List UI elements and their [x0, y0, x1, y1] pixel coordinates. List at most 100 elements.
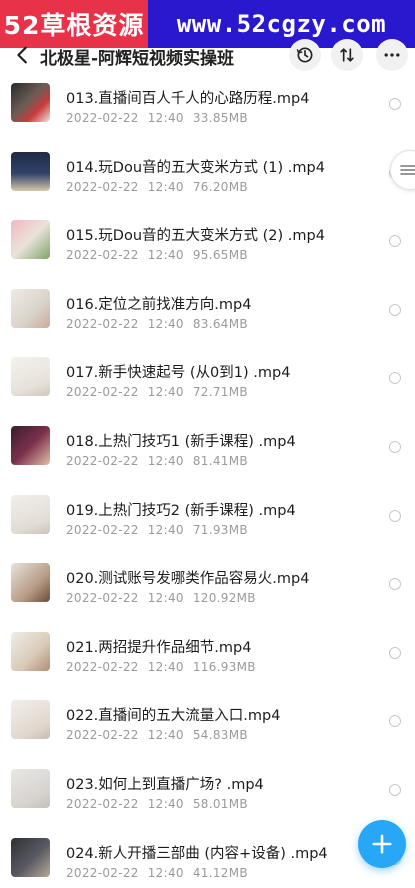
file-size: 95.65MB — [192, 248, 248, 263]
file-date: 2022-02-22 — [66, 865, 139, 880]
video-thumbnail — [11, 83, 50, 122]
select-radio[interactable] — [389, 646, 401, 659]
video-thumbnail — [11, 425, 50, 465]
file-name: 023.如何上到直播广场? .mp4 — [66, 776, 264, 793]
select-radio[interactable] — [389, 578, 401, 591]
file-meta: 2022-02-22 12:40 41.12MB — [66, 866, 257, 880]
file-list: 013.直播间百人千人的心路历程.mp4 2022-02-22 12:40 33.85… — [0, 61, 415, 884]
file-time: 12:40 — [147, 522, 184, 537]
file-name: 019.上热门技巧2 (新手课程) .mp4 — [66, 502, 296, 519]
video-thumbnail — [11, 700, 50, 740]
file-meta: 2022-02-22 12:40 71.93MB — [66, 523, 257, 537]
file-meta: 2022-02-22 12:40 95.65MB — [66, 248, 257, 262]
select-radio[interactable] — [389, 235, 401, 248]
history-button[interactable] — [289, 39, 321, 71]
file-meta: 2022-02-22 12:40 83.64MB — [66, 317, 257, 331]
file-row[interactable]: 020.测试账号发哪类作品容易火.mp4 2022-02-22 12:40 120.9… — [0, 541, 415, 610]
file-date: 2022-02-22 — [66, 796, 139, 811]
file-date: 2022-02-22 — [66, 385, 139, 400]
select-radio[interactable] — [389, 715, 401, 728]
file-time: 12:40 — [147, 316, 184, 331]
file-date: 2022-02-22 — [66, 248, 139, 263]
file-meta: 2022-02-22 12:40 54.83MB — [66, 728, 257, 742]
file-row[interactable]: 015.玩Dou音的五大变米方式 (2) .mp4 2022-02-22 12:40… — [0, 198, 415, 267]
file-name: 018.上热门技巧1 (新手课程) .mp4 — [66, 433, 296, 450]
video-thumbnail — [11, 288, 50, 328]
file-row[interactable]: 018.上热门技巧1 (新手课程) .mp4 2022-02-22 12:40 81.… — [0, 404, 415, 473]
video-thumbnail — [11, 357, 50, 397]
file-time: 12:40 — [147, 865, 184, 880]
file-size: 58.01MB — [192, 796, 248, 811]
file-size: 116.93MB — [192, 659, 256, 674]
file-meta: 2022-02-22 12:40 120.92MB — [66, 591, 265, 605]
video-thumbnail — [11, 768, 50, 808]
file-row[interactable]: 022.直播间的五大流量入口.mp4 2022-02-22 12:40 54.83MB — [0, 678, 415, 747]
file-date: 2022-02-22 — [66, 591, 139, 606]
file-meta: 2022-02-22 12:40 76.20MB — [66, 180, 257, 194]
back-arrow-icon[interactable] — [12, 44, 34, 66]
file-row[interactable]: 024.新人开播三部曲 (内容+设备) .mp4 2022-02-22 12:40 4… — [0, 816, 415, 885]
file-row[interactable]: 023.如何上到直播广场? .mp4 2022-02-22 12:40 58.01MB — [0, 747, 415, 816]
video-thumbnail — [11, 631, 50, 671]
select-radio[interactable] — [389, 98, 401, 110]
file-time: 12:40 — [147, 111, 184, 125]
file-meta: 2022-02-22 12:40 33.85MB — [66, 111, 257, 125]
file-date: 2022-02-22 — [66, 659, 139, 674]
file-date: 2022-02-22 — [66, 728, 139, 743]
more-button[interactable] — [376, 39, 408, 71]
file-name: 020.测试账号发哪类作品容易火.mp4 — [66, 571, 310, 588]
file-date: 2022-02-22 — [66, 111, 139, 125]
video-thumbnail — [11, 220, 50, 260]
file-meta: 2022-02-22 12:40 58.01MB — [66, 797, 257, 811]
file-meta: 2022-02-22 12:40 116.93MB — [66, 660, 265, 674]
file-time: 12:40 — [147, 453, 184, 468]
sort-button[interactable] — [331, 39, 363, 71]
page-title: 北极星-阿辉短视频实操班 — [40, 49, 235, 69]
file-time: 12:40 — [147, 248, 184, 263]
file-name: 021.两招提升作品细节.mp4 — [66, 639, 252, 656]
select-radio[interactable] — [389, 372, 401, 385]
video-thumbnail — [11, 151, 50, 191]
video-thumbnail — [11, 494, 50, 534]
menu-handle-icon — [400, 165, 415, 175]
file-size: 120.92MB — [192, 591, 256, 606]
plus-icon — [372, 834, 392, 854]
select-radio[interactable] — [389, 509, 401, 522]
video-thumbnail — [11, 837, 50, 877]
file-size: 76.20MB — [192, 179, 248, 194]
file-size: 72.71MB — [192, 385, 248, 400]
sort-icon — [340, 48, 354, 62]
header-bar: 北极星-阿辉短视频实操班 — [0, 36, 415, 76]
file-time: 12:40 — [147, 796, 184, 811]
file-size: 41.12MB — [192, 865, 248, 880]
select-radio[interactable] — [389, 440, 401, 453]
file-date: 2022-02-22 — [66, 522, 139, 537]
file-meta: 2022-02-22 12:40 81.41MB — [66, 454, 257, 468]
file-time: 12:40 — [147, 179, 184, 194]
file-time: 12:40 — [147, 591, 184, 606]
file-row[interactable]: 017.新手快速起号 (从0到1) .mp4 2022-02-22 12:40 72.… — [0, 335, 415, 404]
file-name: 014.玩Dou音的五大变米方式 (1) .mp4 — [66, 159, 325, 176]
file-time: 12:40 — [147, 385, 184, 400]
select-radio[interactable] — [389, 783, 401, 796]
file-time: 12:40 — [147, 728, 184, 743]
file-name: 024.新人开播三部曲 (内容+设备) .mp4 — [66, 845, 328, 862]
file-size: 81.41MB — [192, 453, 248, 468]
add-button[interactable] — [358, 820, 406, 868]
file-name: 013.直播间百人千人的心路历程.mp4 — [66, 91, 310, 107]
history-icon — [296, 47, 313, 63]
file-row[interactable]: 016.定位之前找准方向.mp4 2022-02-22 12:40 83.64MB — [0, 267, 415, 336]
file-row[interactable]: 019.上热门技巧2 (新手课程) .mp4 2022-02-22 12:40 71.… — [0, 473, 415, 542]
file-size: 33.85MB — [192, 111, 248, 125]
file-size: 83.64MB — [192, 316, 248, 331]
file-row[interactable]: 014.玩Dou音的五大变米方式 (1) .mp4 2022-02-22 12:40… — [0, 130, 415, 199]
file-name: 017.新手快速起号 (从0到1) .mp4 — [66, 365, 291, 382]
file-size: 54.83MB — [192, 728, 248, 743]
file-name: 016.定位之前找准方向.mp4 — [66, 296, 252, 313]
select-radio[interactable] — [389, 303, 401, 316]
file-name: 015.玩Dou音的五大变米方式 (2) .mp4 — [66, 228, 325, 245]
file-row[interactable]: 021.两招提升作品细节.mp4 2022-02-22 12:40 116.93MB — [0, 610, 415, 679]
file-time: 12:40 — [147, 659, 184, 674]
file-meta: 2022-02-22 12:40 72.71MB — [66, 385, 257, 399]
file-date: 2022-02-22 — [66, 453, 139, 468]
